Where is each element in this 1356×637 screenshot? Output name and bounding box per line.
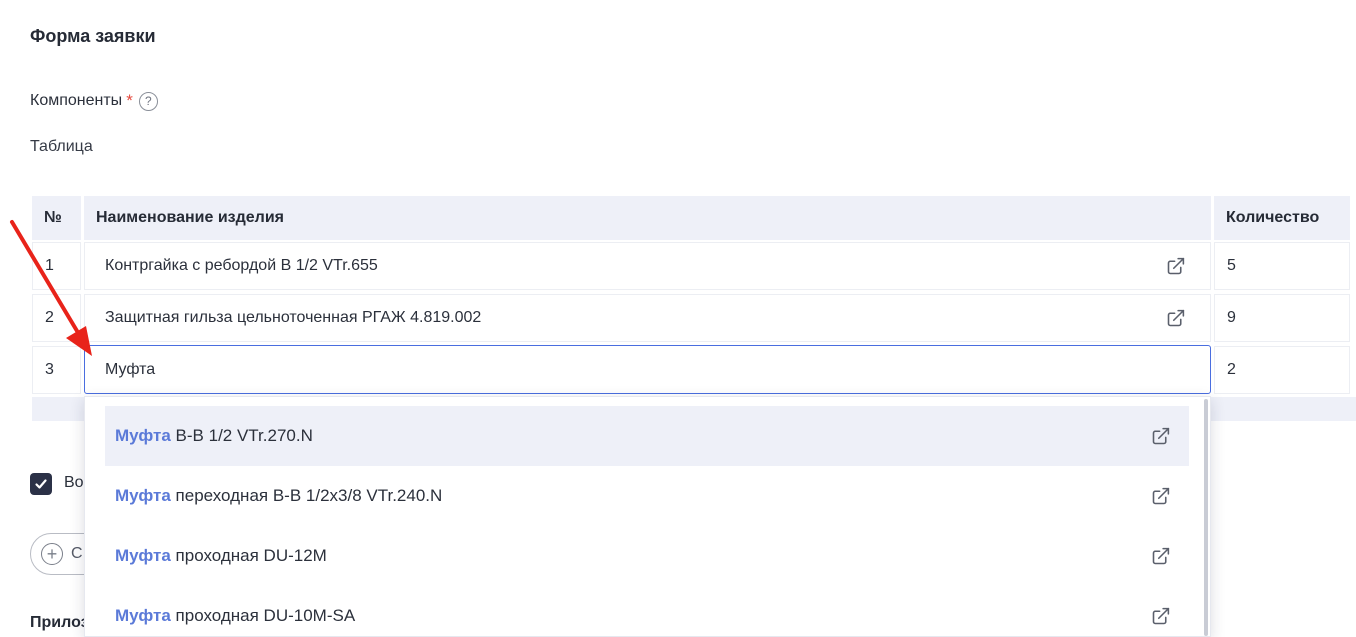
dropdown-scrollbar[interactable] [1204,399,1208,636]
dropdown-option-2[interactable]: Муфта переходная В-В 1/2х3/8 VTr.240.N [105,466,1189,526]
dropdown-option-3[interactable]: Муфта проходная DU-12M [105,526,1189,586]
dropdown-option-4[interactable]: Муфта проходная DU-10M-SA [105,586,1189,636]
external-link-icon[interactable] [1149,605,1171,627]
attachments-label: Прилоз [30,614,89,631]
check-icon [35,479,47,489]
row-3-number: 3 [32,346,81,394]
row-3-quantity[interactable]: 2 [1214,346,1350,394]
checkbox-label: Во [64,474,84,491]
external-link-icon[interactable] [1149,545,1171,567]
option-rest: переходная В-В 1/2х3/8 VTr.240.N [170,486,443,505]
option-rest: проходная DU-12M [170,546,327,565]
option-match: Муфта [115,546,171,565]
external-link-icon[interactable] [1164,307,1186,329]
row-2-quantity[interactable]: 9 [1214,294,1350,342]
autocomplete-dropdown: Муфта В-В 1/2 VTr.270.N Муфта переходная… [84,396,1211,637]
required-mark: * [126,91,133,110]
row-2-number: 2 [32,294,81,342]
help-icon[interactable]: ? [138,91,158,111]
row-3-name-input[interactable]: Муфта [84,345,1211,394]
external-link-icon[interactable] [1149,425,1171,447]
components-label: Компоненты * ? [30,91,158,111]
row-1-name: Контргайка с ребордой В 1/2 VTr.655 [105,257,378,274]
external-link-icon[interactable] [1149,485,1171,507]
row-1-name-cell[interactable]: Контргайка с ребордой В 1/2 VTr.655 [84,242,1211,290]
row-2-name: Защитная гильза цельноточенная РГАЖ 4.81… [105,309,482,326]
plus-circle-icon: + [41,543,63,565]
external-link-icon[interactable] [1164,255,1186,277]
header-quantity: Количество [1214,196,1350,240]
row-1-number: 1 [32,242,81,290]
header-number: № [32,196,81,240]
option-rest: проходная DU-10M-SA [170,606,356,625]
header-product-name: Наименование изделия [84,196,1211,240]
option-match: Муфта [115,606,171,625]
row-1-quantity[interactable]: 5 [1214,242,1350,290]
dropdown-option-1[interactable]: Муфта В-В 1/2 VTr.270.N [105,406,1189,466]
option-rest: В-В 1/2 VTr.270.N [170,426,313,445]
checkbox[interactable] [30,473,52,495]
components-label-text: Компоненты [30,92,123,109]
form-title: Форма заявки [30,26,156,46]
option-match: Муфта [115,486,171,505]
option-match: Муфта [115,426,171,445]
row-2-name-cell[interactable]: Защитная гильза цельноточенная РГАЖ 4.81… [84,294,1211,342]
table-caption: Таблица [30,138,93,155]
add-button-label: С [71,545,83,562]
